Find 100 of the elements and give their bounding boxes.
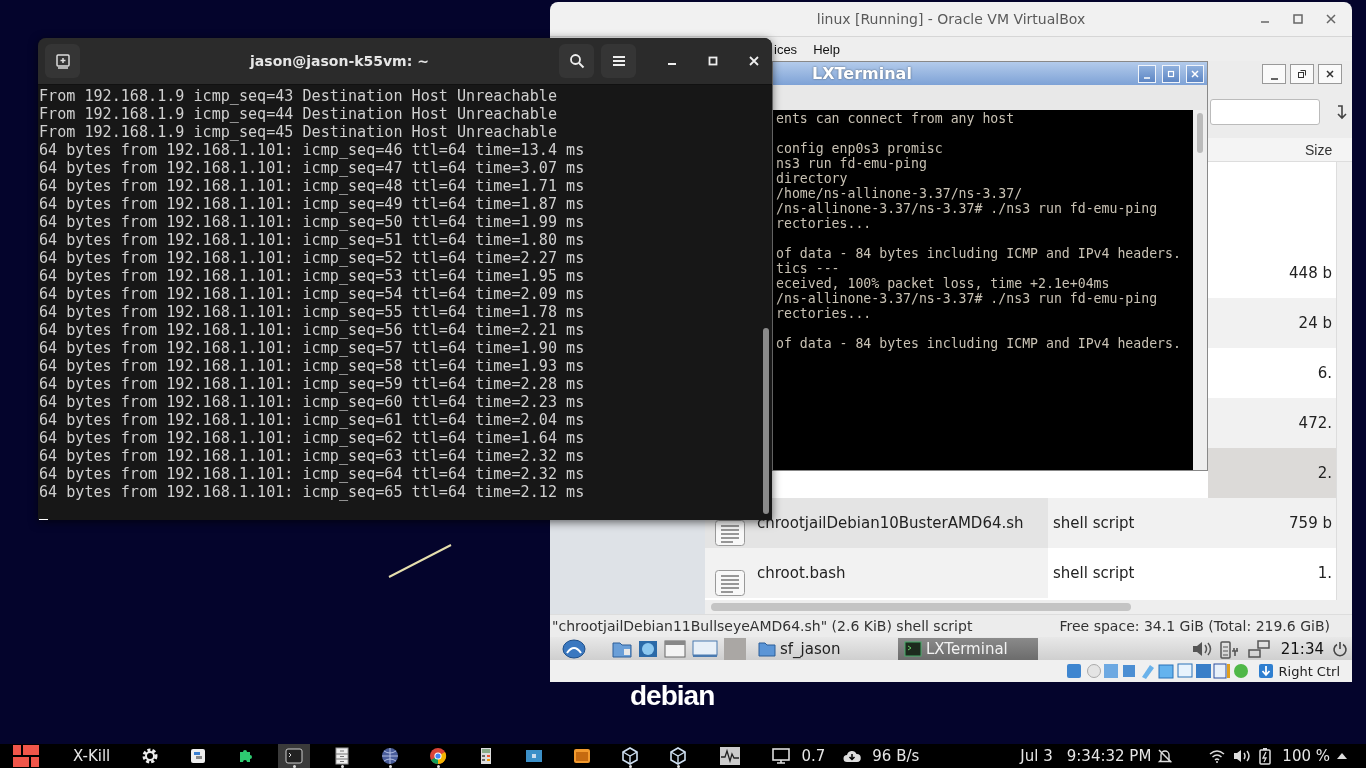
restore-icon xyxy=(1297,68,1307,79)
window-title: jason@jason-k55vm: ~ xyxy=(248,53,430,69)
terminal-line: 64 bytes from 192.168.1.101: icmp_seq=60 ttl=64 time=2.23 ms xyxy=(39,393,585,411)
terminal-line: 64 bytes from 192.168.1.101: icmp_seq=51 ttl=64 time=1.80 ms xyxy=(39,231,585,249)
file-size: 2. xyxy=(1317,464,1332,482)
maximize-button[interactable] xyxy=(1162,64,1180,83)
folder-icon xyxy=(758,640,776,657)
file-type: shell script xyxy=(1053,514,1135,532)
menu-item[interactable]: Help xyxy=(813,41,840,57)
file-type: shell script xyxy=(1053,564,1135,582)
clock-text[interactable]: 21:34 xyxy=(1280,639,1324,658)
file-size: 759 b xyxy=(1289,514,1332,532)
start-menu-icon[interactable] xyxy=(562,638,586,659)
globe-icon xyxy=(381,747,400,765)
terminal-line: 64 bytes from 192.168.1.101: icmp_seq=65 ttl=64 time=2.12 ms xyxy=(39,483,585,501)
cube-icon xyxy=(621,747,640,765)
file-size: 1. xyxy=(1317,564,1332,582)
close-icon xyxy=(1325,68,1335,79)
blank-tile xyxy=(724,637,746,660)
terminal-icon xyxy=(285,748,304,764)
terminal-line: of data - 84 bytes including ICMP and IPv4 headers. xyxy=(776,336,1181,351)
calculator-icon xyxy=(480,747,493,765)
terminal-line: eceived, 100% packet loss, time +2.1e+04ms xyxy=(776,276,1110,291)
terminal-line: ents can connect from any host xyxy=(776,111,1015,126)
terminal-line: 64 bytes from 192.168.1.101: icmp_seq=61 ttl=64 time=2.04 ms xyxy=(39,411,585,429)
load-text: 0.7 xyxy=(801,747,826,765)
wifi-icon[interactable] xyxy=(1209,749,1226,763)
battery-plug-icon[interactable] xyxy=(1218,638,1241,659)
menu-icon xyxy=(611,54,626,68)
host-key-text: Right Ctrl xyxy=(1278,663,1340,679)
cube-icon xyxy=(669,747,688,765)
terminal-line: 64 bytes from 192.168.1.101: icmp_seq=57 ttl=64 time=1.90 ms xyxy=(39,339,585,357)
file-row[interactable]: 472. xyxy=(1208,398,1336,448)
terminal-line: /home/ns-allinone-3.37/ns-3.37/ xyxy=(776,186,1023,201)
terminal-line: config enp0s3 promisc xyxy=(776,141,943,156)
terminal-line: tics --- xyxy=(776,261,840,276)
text-file-icon xyxy=(715,520,745,546)
scrollbar[interactable] xyxy=(1197,113,1203,153)
task-button[interactable]: LXTerminal xyxy=(898,637,1038,660)
window-title: linux [Running] - Oracle VM VirtualBox xyxy=(816,11,1086,27)
terminal-line: 64 bytes from 192.168.1.101: icmp_seq=46 ttl=64 time=13.4 ms xyxy=(39,141,585,159)
folder-icon[interactable] xyxy=(612,639,632,658)
terminal-line: rectories... xyxy=(776,306,872,321)
terminal-line: of data - 84 bytes including ICMP and IPv4 headers. xyxy=(776,246,1181,261)
terminal-line: 64 bytes from 192.168.1.101: icmp_seq=50 ttl=64 time=1.99 ms xyxy=(39,213,585,231)
scrollbar[interactable] xyxy=(711,603,1131,611)
new-tab-button[interactable] xyxy=(45,44,80,78)
terminal-line: 64 bytes from 192.168.1.101: icmp_seq=53 ttl=64 time=1.95 ms xyxy=(39,267,585,285)
desktop-icon[interactable] xyxy=(692,639,718,658)
network-icon[interactable] xyxy=(1246,638,1271,659)
minimize-icon xyxy=(1144,76,1150,79)
terminal-line: 64 bytes from 192.168.1.101: icmp_seq=63 ttl=64 time=2.32 ms xyxy=(39,447,585,465)
search-button[interactable] xyxy=(559,44,594,78)
globe-icon[interactable] xyxy=(638,639,658,658)
search-icon xyxy=(568,53,585,69)
file-row[interactable]: 2. xyxy=(1208,448,1336,498)
menu-button[interactable] xyxy=(601,44,636,78)
minimize-icon xyxy=(1270,77,1278,80)
scrollbar[interactable] xyxy=(763,328,769,514)
terminal-line: 64 bytes from 192.168.1.101: icmp_seq=58 ttl=64 time=1.93 ms xyxy=(39,357,585,375)
puzzle-icon xyxy=(238,748,255,764)
app-grid-icon[interactable] xyxy=(13,745,39,767)
monitor-icon xyxy=(772,748,791,764)
path-field[interactable] xyxy=(1210,99,1320,125)
scrollbar[interactable] xyxy=(1336,162,1352,600)
file-row[interactable]: chrootjailDebian10BusterAMD64.sh shell script 759 b xyxy=(705,498,1336,548)
caret-icon[interactable] xyxy=(1336,752,1348,760)
minimize-button[interactable] xyxy=(1262,63,1286,84)
time-text[interactable]: 9:34:32 PM xyxy=(1066,747,1152,765)
file-size: 24 b xyxy=(1298,314,1332,332)
line-mark xyxy=(388,543,452,579)
launcher-label[interactable]: X-Kill xyxy=(73,747,111,765)
terminal-line: rectories... xyxy=(776,216,872,231)
column-header[interactable]: Size xyxy=(1240,141,1337,158)
notifications-off-icon[interactable] xyxy=(1157,748,1174,764)
battery-charging-icon[interactable] xyxy=(1259,747,1272,765)
volume-icon[interactable] xyxy=(1233,749,1252,763)
power-icon[interactable] xyxy=(1332,640,1348,657)
windows-icon[interactable] xyxy=(664,639,686,658)
terminal-icon xyxy=(904,640,922,657)
terminal-line: 64 bytes from 192.168.1.101: icmp_seq=62 ttl=64 time=1.64 ms xyxy=(39,429,585,447)
close-button[interactable] xyxy=(1318,63,1342,84)
task-button[interactable]: sf_jason xyxy=(752,637,892,660)
free-space-text: Free space: 34.1 GiB (Total: 219.6 GiB) xyxy=(1059,618,1330,634)
browser-icon xyxy=(429,747,448,765)
down-arrow-icon[interactable] xyxy=(1334,104,1348,120)
file-name: chrootjailDebian10BusterAMD64.sh xyxy=(757,514,1024,532)
terminal-line: 64 bytes from 192.168.1.101: icmp_seq=49 ttl=64 time=1.87 ms xyxy=(39,195,585,213)
taskbar-app[interactable] xyxy=(278,744,311,768)
text-file-icon xyxy=(715,570,745,596)
date-text[interactable]: Jul 3 xyxy=(1020,747,1053,765)
system-monitor-icon[interactable] xyxy=(720,747,741,765)
screen-icon xyxy=(525,749,544,763)
terminal-line: 64 bytes from 192.168.1.101: icmp_seq=59 ttl=64 time=2.28 ms xyxy=(39,375,585,393)
file-row[interactable]: 24 b xyxy=(1208,298,1336,348)
file-size: 6. xyxy=(1317,364,1332,382)
restore-button[interactable] xyxy=(1290,63,1314,84)
terminal-line: 64 bytes from 192.168.1.101: icmp_seq=47 ttl=64 time=3.07 ms xyxy=(39,159,585,177)
terminal-line: 64 bytes from 192.168.1.101: icmp_seq=64 ttl=64 time=2.32 ms xyxy=(39,465,585,483)
menu-item[interactable]: ices xyxy=(774,41,798,57)
